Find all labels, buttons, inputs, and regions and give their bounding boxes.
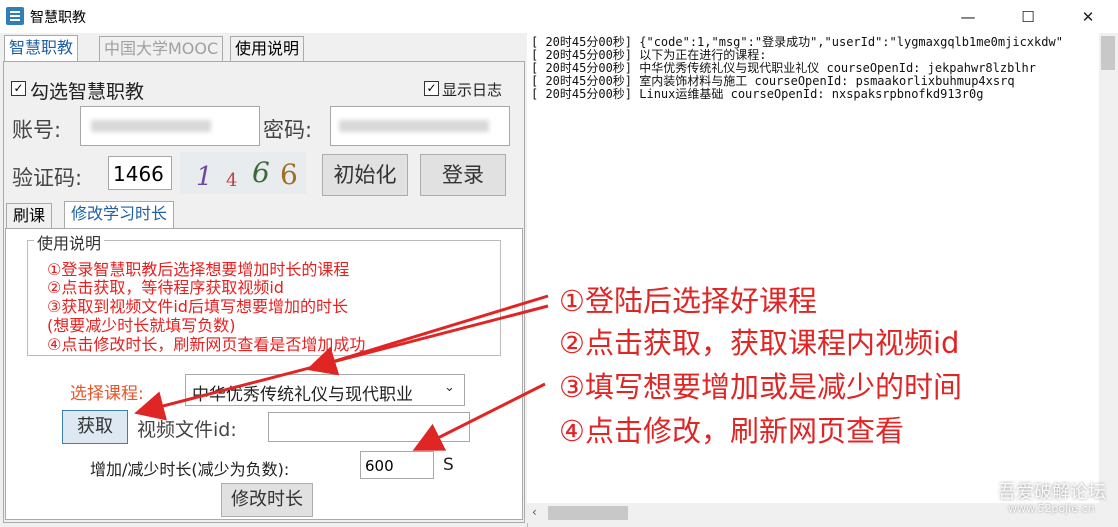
arrow-to-duration-input bbox=[412, 382, 546, 451]
annotation-step-3: ③填写想要增加或是减少的时间 bbox=[559, 370, 962, 404]
watermark: 吾爱破解论坛 bbox=[998, 482, 1106, 503]
arrow-to-fetch-button bbox=[134, 304, 549, 421]
watermark-url: www.52pojie.cn bbox=[1008, 502, 1095, 515]
annotation-step-2: ②点击获取，获取课程内视频id bbox=[559, 326, 960, 360]
annotation-step-1: ①登陆后选择好课程 bbox=[559, 284, 817, 318]
annotation-step-4: ④点击修改，刷新网页查看 bbox=[559, 414, 904, 448]
